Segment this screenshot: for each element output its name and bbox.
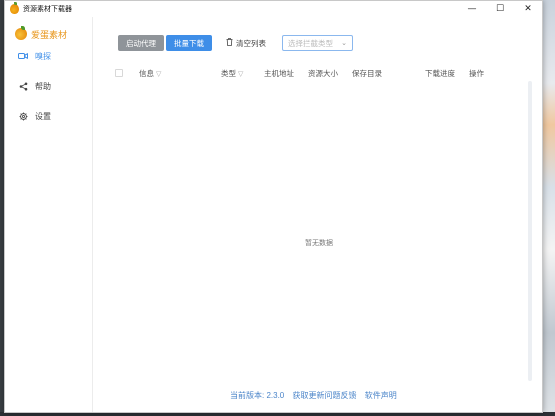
title-bar[interactable]: 资源素材下载器 — ☐ ✕ [5,1,542,17]
get-update-link[interactable]: 获取更新 [292,391,324,400]
filter-icon[interactable]: ▽ [236,71,243,78]
resource-type-placeholder: 选择拦截类型 [288,38,333,48]
sidebar-item-settings[interactable]: 设置 [5,109,92,123]
resource-type-select[interactable]: 选择拦截类型 ⌄ [282,35,353,51]
gear-icon [17,111,29,121]
brand-name: 爱蛋素材 [31,29,68,40]
sidebar-item-help[interactable]: 帮助 [5,79,92,93]
clear-list-button[interactable]: 清空列表 [218,35,274,51]
app-icon [10,2,19,14]
window-controls: — ☐ ✕ [458,1,542,17]
maximize-button[interactable]: ☐ [486,1,514,17]
column-header-size: 资源大小 [308,69,338,78]
close-button[interactable]: ✕ [514,1,542,17]
sidebar: 爱蛋素材 嗅探 帮助 设置 [5,17,93,412]
version-text: 当前版本: 2.3.0 [230,391,285,400]
select-all-checkbox[interactable] [115,69,123,77]
table-header: 信息 ▽ 类型 ▽ 主机地址 资源大小 保存目录 下载进度 操作 [109,66,529,80]
clear-list-label: 清空列表 [236,38,266,48]
brand: 爱蛋素材 [5,25,92,43]
app-window: 资源素材下载器 — ☐ ✕ 爱蛋素材 嗅探 帮助 设置 启动代理 批量下载 清空… [4,0,543,413]
sidebar-item-label: 帮助 [35,81,51,91]
vertical-scrollbar[interactable] [528,81,532,381]
column-header-actions: 操作 [469,69,484,78]
sidebar-item-label: 嗅探 [35,51,51,61]
main-panel: 启动代理 批量下载 清空列表 选择拦截类型 ⌄ 信息 ▽ 类型 ▽ 主机地址 资… [93,17,542,412]
column-header-save-dir: 保存目录 [352,69,382,78]
sidebar-item-sniff[interactable]: 嗅探 [5,49,92,63]
share-icon [17,82,29,91]
sidebar-item-label: 设置 [35,111,51,121]
footer-links: 当前版本: 2.3.0 获取更新问题反馈 软件声明 [230,390,403,401]
start-proxy-button[interactable]: 启动代理 [118,35,164,51]
video-camera-icon [17,52,29,60]
minimize-button[interactable]: — [458,1,486,17]
column-header-progress: 下载进度 [425,69,455,78]
filter-icon[interactable]: ▽ [154,71,161,78]
empty-state-text: 暂无数据 [305,240,333,247]
column-header-info[interactable]: 信息 ▽ [139,68,161,79]
column-header-host: 主机地址 [264,69,294,78]
desktop-background [543,0,555,416]
trash-icon [226,38,233,48]
feedback-link[interactable]: 问题反馈 [324,391,356,400]
chevron-down-icon: ⌄ [341,40,347,47]
toolbar: 启动代理 批量下载 清空列表 选择拦截类型 ⌄ [118,35,353,51]
brand-logo-icon [15,26,27,40]
column-header-type[interactable]: 类型 ▽ [221,68,243,79]
notice-link[interactable]: 软件声明 [365,391,397,400]
batch-download-button[interactable]: 批量下载 [166,35,212,51]
window-title: 资源素材下载器 [23,6,72,13]
